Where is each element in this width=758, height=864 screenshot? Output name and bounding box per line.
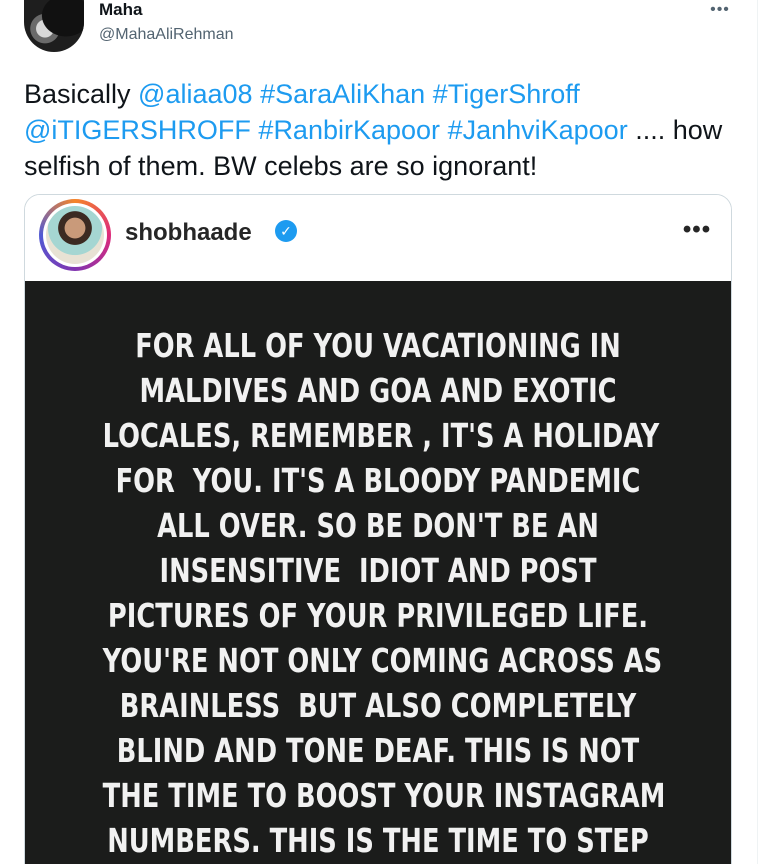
instagram-username: shobhaade [125,219,252,246]
story-line: MALDIVES AND GOA AND EXOTIC [139,371,617,410]
verified-badge-icon: ✓ [275,220,297,242]
tweet-text-line: @iTIGERSHROFF #RanbirKapoor #JanhviKapoo… [24,112,736,148]
author-avatar[interactable] [24,0,84,52]
instagram-more-icon: ••• [682,216,712,243]
tweet-text-segment [253,79,261,109]
more-icon[interactable]: ••• [708,0,732,20]
author-name[interactable]: Maha [99,0,142,20]
story-line: FOR ALL OF YOU VACATIONING IN [135,326,621,365]
story-line: FOR YOU. IT'S A BLOODY PANDEMIC [115,461,641,500]
hashtag-link[interactable]: #JanhviKapoor [448,115,628,145]
tweet-text-segment [440,115,448,145]
hashtag-link[interactable]: #TigerShroff [433,79,580,109]
story-line: PICTURES OF YOUR PRIVILEGED LIFE. [107,596,649,635]
tweet-text-line: selfish of them. BW celebs are so ignora… [24,148,736,184]
story-line: BLIND AND TONE DEAF. THIS IS NOT [116,731,640,770]
tweet-text-segment [425,79,433,109]
story-line: BRAINLESS BUT ALSO COMPLETELY [119,686,637,725]
story-line: ALL OVER. SO BE DON'T BE AN [157,506,599,545]
story-text-panel: FOR ALL OF YOU VACATIONING IN MALDIVES AN… [25,281,731,864]
story-line: NUMBERS. THIS IS THE TIME TO STEP [107,821,649,860]
tweet-text: Basically @aliaa08 #SaraAliKhan #TigerSh… [24,76,736,184]
tweet-text-segment: Basically [24,79,139,109]
story-line: INSENSITIVE IDIOT AND POST [159,551,597,590]
hashtag-link[interactable]: #RanbirKapoor [258,115,440,145]
tweet-text-segment: selfish of them. BW celebs are so ignora… [24,151,538,181]
author-handle[interactable]: @MahaAliRehman [99,26,234,44]
mention-link[interactable]: @iTIGERSHROFF [24,115,251,145]
story-text: FOR ALL OF YOU VACATIONING IN MALDIVES AN… [25,323,731,863]
story-line: YOU'RE NOT ONLY COMING ACROSS AS [102,641,663,680]
story-line: LOCALES, REMEMBER , IT'S A HOLIDAY [102,416,660,455]
tweet: Maha @MahaAliRehman ••• Basically @aliaa… [0,0,758,864]
instagram-avatar [39,199,111,271]
instagram-header: shobhaade ✓ ••• [25,195,731,281]
embedded-instagram-image[interactable]: shobhaade ✓ ••• FOR ALL OF YOU VACATIONI… [24,194,732,864]
tweet-text-segment: .... how [627,115,723,145]
tweet-text-line: Basically @aliaa08 #SaraAliKhan #TigerSh… [24,76,736,112]
hashtag-link[interactable]: #SaraAliKhan [260,79,425,109]
mention-link[interactable]: @aliaa08 [138,79,253,109]
story-line: THE TIME TO BOOST YOUR INSTAGRAM [102,776,666,815]
